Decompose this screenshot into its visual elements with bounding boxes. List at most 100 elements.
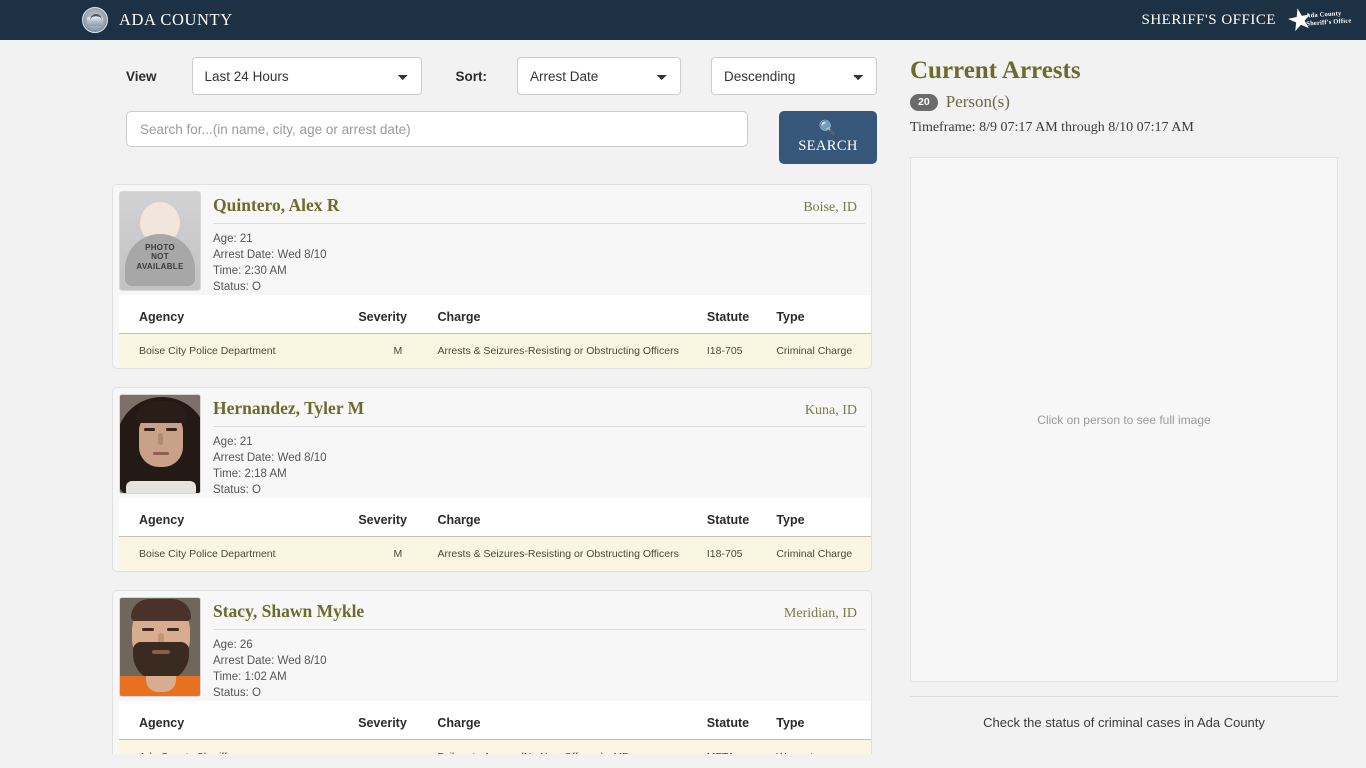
sheriff-star-icon: Ada County Sheriff's Office: [1286, 5, 1352, 35]
criminal-case-status-text: Check the status of criminal cases in Ad…: [983, 715, 1265, 730]
person-time: Time: 2:18 AM: [213, 468, 287, 480]
person-time: Time: 1:02 AM: [213, 671, 287, 683]
header-type: Type: [776, 301, 871, 334]
person-count: 20 Person(s): [910, 92, 1336, 112]
search-button[interactable]: 🔍 SEARCH: [779, 111, 877, 164]
header-type: Type: [776, 504, 871, 537]
charge-agency: Boise City Police Department: [119, 333, 359, 368]
person-city: Boise, ID: [803, 200, 857, 215]
photo-unavailable-line2: NOT: [151, 252, 169, 261]
view-label: View: [126, 68, 157, 84]
arrest-card[interactable]: Hernandez, Tyler M Kuna, ID Age: 21 Arre…: [112, 387, 872, 572]
header-severity: Severity: [358, 301, 438, 334]
person-meta: Age: 21 Arrest Date: Wed 8/10 Time: 2:30…: [213, 224, 865, 295]
person-age: Age: 26: [213, 639, 253, 651]
charges-table-wrapper: Agency Severity Charge Statute Type Bois…: [119, 498, 871, 571]
county-name: ADA COUNTY: [119, 10, 233, 29]
charge-statute: I18-705: [706, 333, 777, 368]
arrest-card-list: PHOTO NOT AVAILABLE Quintero, Alex R Boi…: [112, 184, 872, 754]
brand[interactable]: ADA COUNTY: [82, 7, 233, 33]
full-image-panel[interactable]: Click on person to see full image: [910, 157, 1338, 682]
header-severity: Severity: [358, 504, 438, 537]
table-row: Boise City Police Department M Arrests &…: [119, 536, 871, 571]
charge-description: Failure to Appear (No New Offense) - MD: [437, 739, 707, 754]
charge-agency: Boise City Police Department: [119, 536, 359, 571]
image-placeholder-text: Click on person to see full image: [1037, 412, 1211, 427]
charge-agency: Ada County Sheriff: [119, 739, 359, 754]
site-header: ADA COUNTY SHERIFF'S OFFICE Ada County S…: [0, 0, 1366, 40]
filter-bar: View Last 24 Hours Sort: Arrest Date Des…: [0, 40, 896, 95]
table-row: Boise City Police Department M Arrests &…: [119, 333, 871, 368]
header-statute: Statute: [706, 504, 777, 537]
person-name-row: Quintero, Alex R Boise, ID: [213, 191, 865, 224]
ada-county-seal-icon: [82, 7, 108, 33]
charge-type: Warrant: [776, 739, 871, 754]
header-charge: Charge: [437, 504, 707, 537]
charge-statute: I18-705: [706, 536, 777, 571]
arrest-card[interactable]: Stacy, Shawn Mykle Meridian, ID Age: 26 …: [112, 590, 872, 754]
search-icon: 🔍: [818, 120, 838, 137]
photo-not-available-thumbnail[interactable]: PHOTO NOT AVAILABLE: [119, 191, 201, 291]
photo-unavailable-line3: AVAILABLE: [136, 261, 184, 271]
person-age: Age: 21: [213, 436, 253, 448]
view-select[interactable]: Last 24 Hours: [191, 57, 422, 95]
person-name[interactable]: Stacy, Shawn Mykle: [213, 601, 364, 622]
main-content: View Last 24 Hours Sort: Arrest Date Des…: [0, 40, 896, 768]
charge-severity: M: [358, 536, 438, 571]
person-name-row: Stacy, Shawn Mykle Meridian, ID: [213, 597, 865, 630]
person-arrest-date: Arrest Date: Wed 8/10: [213, 249, 327, 261]
table-header-row: Agency Severity Charge Statute Type: [119, 707, 871, 740]
person-status: Status: O: [213, 687, 261, 699]
photo-unavailable-line1: PHOTO: [145, 242, 175, 252]
header-agency: Agency: [119, 301, 359, 334]
sheriff-logo-line2: Sheriff's Office: [1306, 17, 1352, 28]
search-input[interactable]: [126, 111, 748, 147]
header-statute: Statute: [706, 301, 777, 334]
timeframe-text: Timeframe: 8/9 07:17 AM through 8/10 07:…: [910, 120, 1194, 135]
header-charge: Charge: [437, 301, 707, 334]
charges-table-wrapper: Agency Severity Charge Statute Type Bois…: [119, 295, 871, 368]
person-status: Status: O: [213, 484, 261, 496]
sort-field-select[interactable]: Arrest Date: [517, 57, 682, 95]
header-agency: Agency: [119, 707, 359, 740]
right-sidebar: Current Arrests 20 Person(s) Timeframe: …: [896, 40, 1366, 768]
person-city: Meridian, ID: [783, 606, 857, 621]
person-arrest-date: Arrest Date: Wed 8/10: [213, 655, 327, 667]
charge-description: Arrests & Seizures-Resisting or Obstruct…: [437, 333, 707, 368]
page-title: Current Arrests: [910, 57, 1081, 84]
sheriff-brand: SHERIFF'S OFFICE Ada County Sheriff's Of…: [1141, 5, 1352, 35]
sort-label: Sort:: [455, 68, 488, 84]
person-meta: Age: 26 Arrest Date: Wed 8/10 Time: 1:02…: [213, 630, 865, 701]
charges-table: Agency Severity Charge Statute Type Bois…: [119, 301, 871, 368]
charge-severity: M: [358, 333, 438, 368]
header-charge: Charge: [437, 707, 707, 740]
charge-type: Criminal Charge: [776, 333, 871, 368]
count-label: Person(s): [945, 92, 1010, 111]
count-badge: 20: [910, 93, 938, 111]
table-header-row: Agency Severity Charge Statute Type: [119, 504, 871, 537]
person-name-row: Hernandez, Tyler M Kuna, ID: [213, 394, 865, 427]
charge-statute: MFTA: [706, 739, 777, 754]
header-severity: Severity: [358, 707, 438, 740]
mugshot-thumbnail[interactable]: [119, 394, 201, 494]
charges-table: Agency Severity Charge Statute Type Bois…: [119, 504, 871, 571]
sheriff-office-label: SHERIFF'S OFFICE: [1141, 11, 1276, 28]
sort-direction-select[interactable]: Descending: [711, 57, 878, 95]
search-button-label: SEARCH: [798, 138, 858, 154]
person-name[interactable]: Quintero, Alex R: [213, 195, 340, 216]
person-meta: Age: 21 Arrest Date: Wed 8/10 Time: 2:18…: [213, 427, 865, 498]
header-statute: Statute: [706, 707, 777, 740]
mugshot-thumbnail[interactable]: [119, 597, 201, 697]
charge-severity: [358, 739, 438, 754]
search-bar: 🔍 SEARCH: [0, 95, 896, 164]
person-arrest-date: Arrest Date: Wed 8/10: [213, 452, 327, 464]
person-name[interactable]: Hernandez, Tyler M: [213, 398, 364, 419]
table-header-row: Agency Severity Charge Statute Type: [119, 301, 871, 334]
divider: [910, 696, 1338, 697]
charges-table: Agency Severity Charge Statute Type Ada …: [119, 707, 871, 754]
table-row: Ada County Sheriff Failure to Appear (No…: [119, 739, 871, 754]
charges-table-wrapper: Agency Severity Charge Statute Type Ada …: [119, 701, 871, 754]
arrest-card[interactable]: PHOTO NOT AVAILABLE Quintero, Alex R Boi…: [112, 184, 872, 369]
person-city: Kuna, ID: [804, 403, 857, 418]
person-status: Status: O: [213, 281, 261, 293]
